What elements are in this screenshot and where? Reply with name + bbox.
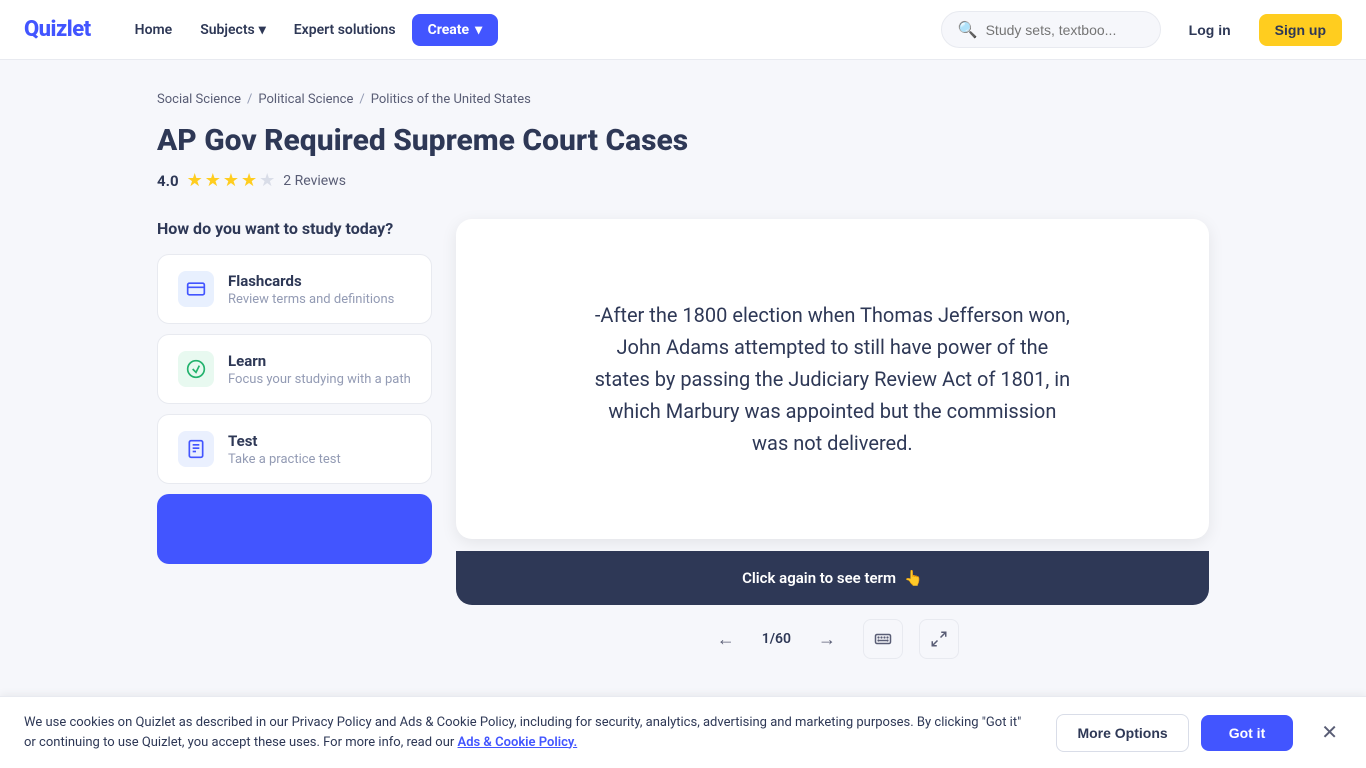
more-options-button[interactable]: More Options (1056, 714, 1188, 752)
breadcrumb-sep-1: / (247, 92, 252, 107)
breadcrumb: Social Science / Political Science / Pol… (157, 92, 1209, 107)
cookie-buttons: More Options Got it (1056, 714, 1293, 752)
flashcard-action[interactable]: Click again to see term 👆 (456, 551, 1209, 605)
flashcard-action-label: Click again to see term (742, 569, 896, 587)
reviews-text: 2 Reviews (283, 173, 346, 189)
cookie-text: We use cookies on Quizlet as described i… (24, 713, 1032, 752)
flashcard[interactable]: -After the 1800 election when Thomas Jef… (456, 219, 1209, 539)
prev-card-button[interactable]: ← (706, 619, 746, 659)
got-it-button[interactable]: Got it (1201, 715, 1294, 751)
card-nav: ← 1/60 → (456, 619, 1209, 659)
flashcard-container: -After the 1800 election when Thomas Jef… (456, 219, 1209, 659)
test-icon (178, 431, 214, 467)
cookie-policy-link[interactable]: Ads & Cookie Policy. (458, 735, 578, 750)
rating-score: 4.0 (157, 172, 179, 190)
fullscreen-button[interactable] (919, 619, 959, 659)
quizlet-logo-text: Quizlet (24, 17, 91, 42)
page-title: AP Gov Required Supreme Court Cases (157, 123, 1209, 158)
search-icon: 🔍 (958, 20, 978, 39)
chevron-down-icon: ▾ (475, 22, 482, 38)
main-content: Social Science / Political Science / Pol… (133, 60, 1233, 691)
logo[interactable]: Quizlet (24, 17, 91, 42)
match-option-text: Match Get faster at matching terms (228, 512, 394, 547)
create-button[interactable]: Create ▾ (412, 14, 499, 46)
study-options: How do you want to study today? Flashcar… (157, 219, 432, 564)
breadcrumb-politics-us[interactable]: Politics of the United States (371, 92, 531, 107)
study-option-match-wrapper: Match Get faster at matching terms (157, 494, 432, 564)
flashcards-title: Flashcards (228, 272, 394, 290)
fullscreen-icon (930, 630, 948, 648)
search-bar[interactable]: 🔍 (941, 11, 1161, 48)
star-3: ★ (223, 170, 239, 191)
learn-icon (178, 351, 214, 387)
flashcards-option-text: Flashcards Review terms and definitions (228, 272, 394, 307)
study-option-flashcards[interactable]: Flashcards Review terms and definitions (157, 254, 432, 324)
card-counter: 1/60 (762, 631, 791, 647)
nav-right: 🔍 Log in Sign up (941, 11, 1342, 48)
match-title: Match (228, 512, 394, 530)
learn-title: Learn (228, 352, 411, 370)
star-4: ★ (241, 170, 257, 191)
navbar: Quizlet Home Subjects ▾ Expert solutions… (0, 0, 1366, 60)
close-cookie-button[interactable]: ✕ (1317, 716, 1342, 749)
star-5: ★ (259, 170, 275, 191)
keyboard-icon (874, 630, 892, 648)
test-option-text: Test Take a practice test (228, 432, 341, 467)
stars: ★ ★ ★ ★ ★ (187, 170, 276, 191)
nav-subjects[interactable]: Subjects ▾ (188, 14, 278, 46)
signup-button[interactable]: Sign up (1259, 14, 1342, 46)
close-icon: ✕ (1321, 722, 1338, 744)
test-title: Test (228, 432, 341, 450)
keyboard-button[interactable] (863, 619, 903, 659)
test-subtitle: Take a practice test (228, 452, 341, 467)
cookie-banner: We use cookies on Quizlet as described i… (0, 696, 1366, 768)
nav-expert-solutions[interactable]: Expert solutions (282, 14, 408, 46)
match-subtitle: Get faster at matching terms (228, 532, 394, 547)
study-option-test[interactable]: Test Take a practice test (157, 414, 432, 484)
nav-links: Home Subjects ▾ Expert solutions Create … (123, 14, 941, 46)
study-option-match[interactable]: Match Get faster at matching terms (157, 494, 432, 564)
study-section: How do you want to study today? Flashcar… (157, 219, 432, 599)
nav-home[interactable]: Home (123, 14, 185, 46)
star-2: ★ (205, 170, 221, 191)
study-option-learn[interactable]: Learn Focus your studying with a path (157, 334, 432, 404)
rating-row: 4.0 ★ ★ ★ ★ ★ 2 Reviews (157, 170, 1209, 191)
next-card-button[interactable]: → (807, 619, 847, 659)
login-button[interactable]: Log in (1173, 14, 1247, 46)
flashcards-icon (178, 271, 214, 307)
study-options-title: How do you want to study today? (157, 219, 432, 238)
match-icon (178, 511, 214, 547)
star-1: ★ (187, 170, 203, 191)
search-input[interactable] (986, 22, 1144, 38)
breadcrumb-sep-2: / (359, 92, 364, 107)
flashcard-action-emoji: 👆 (904, 569, 923, 587)
breadcrumb-political-science[interactable]: Political Science (258, 92, 353, 107)
study-layout: How do you want to study today? Flashcar… (157, 219, 1209, 659)
flashcard-text: -After the 1800 election when Thomas Jef… (592, 299, 1072, 459)
breadcrumb-social-science[interactable]: Social Science (157, 92, 241, 107)
learn-subtitle: Focus your studying with a path (228, 372, 411, 387)
learn-option-text: Learn Focus your studying with a path (228, 352, 411, 387)
flashcards-subtitle: Review terms and definitions (228, 292, 394, 307)
chevron-down-icon: ▾ (259, 22, 266, 38)
